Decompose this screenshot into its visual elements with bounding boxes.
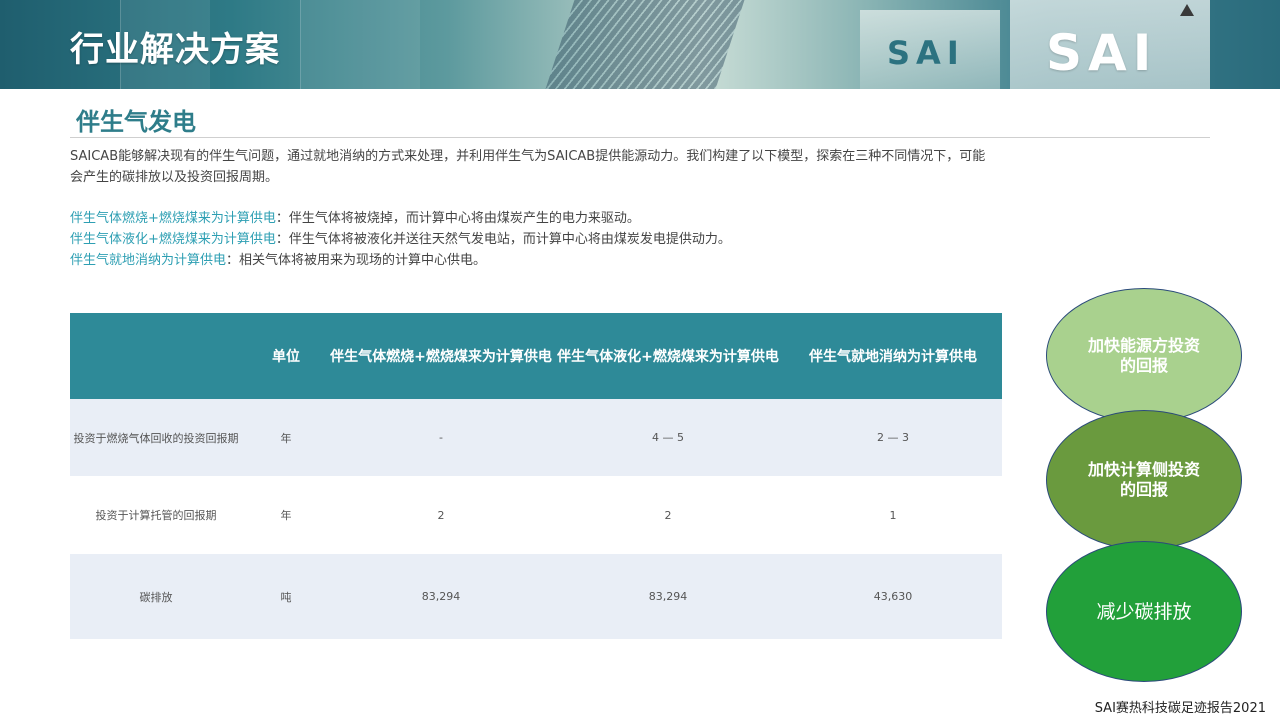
scenario-key: 伴生气体液化+燃烧煤来为计算供电 — [70, 232, 276, 247]
table-cell: - — [439, 431, 443, 444]
benefit-label: 加快能源方投资的回报 — [1087, 335, 1200, 375]
table-cell: 碳排放 — [139, 590, 173, 604]
logo-large: SAI — [1046, 24, 1158, 82]
divider — [70, 137, 1210, 138]
table-row: 碳排放 吨 83,294 83,294 43,630 — [70, 554, 1002, 639]
table-cell: 1 — [889, 508, 897, 522]
benefit-label: 减少碳排放 — [1096, 600, 1192, 623]
table-cell: 年 — [280, 431, 292, 445]
table-cell: 4 — 5 — [652, 431, 684, 444]
logo-small: SAI — [887, 34, 965, 72]
warning-icon — [1180, 4, 1194, 16]
table-cell: 投资于计算托管的回报期 — [95, 509, 217, 522]
table-cell: 43,630 — [873, 590, 913, 603]
table-cell: 投资于燃烧气体回收的投资回报期 — [73, 431, 239, 445]
intro-paragraph: SAICAB能够解决现有的伴生气问题，通过就地消纳的方式来处理，并利用伴生气为S… — [70, 149, 986, 185]
solar-panel-image — [545, 0, 745, 89]
table-cell: 2 — [437, 508, 445, 522]
benefit-circle-compute-investment: 加快计算侧投资的回报 — [1046, 410, 1242, 550]
table-row: 投资于燃烧气体回收的投资回报期 年 - 4 — 5 2 — 3 — [70, 399, 1002, 476]
scenario-key: 伴生气体燃烧+燃烧煤来为计算供电 — [70, 211, 276, 226]
table-cell: 2 — 3 — [877, 431, 909, 444]
scenario-key: 伴生气就地消纳为计算供电 — [70, 253, 227, 268]
table-header-cell: 伴生气体液化+燃烧煤来为计算供电 — [557, 349, 779, 365]
table-header-cell: 伴生气体燃烧+燃烧煤来为计算供电 — [330, 349, 552, 365]
scenario-item: 伴生气体燃烧+燃烧煤来为计算供电：伴生气体将被烧掉，而计算中心将由煤炭产生的电力… — [70, 207, 640, 226]
table-cell: 年 — [280, 509, 292, 522]
scenario-item: 伴生气就地消纳为计算供电：相关气体将被用来为现场的计算中心供电。 — [70, 249, 486, 268]
page-title: 行业解决方案 — [70, 30, 280, 70]
benefit-circle-energy-investment: 加快能源方投资的回报 — [1046, 288, 1242, 423]
scenario-desc: ：相关气体将被用来为现场的计算中心供电。 — [226, 253, 487, 268]
table-cell: 83,294 — [421, 590, 461, 603]
benefit-label: 加快计算侧投资的回报 — [1087, 460, 1200, 499]
scenario-desc: ：伴生气体将被液化并送往天然气发电站，而计算中心将由煤炭发电提供动力。 — [275, 232, 731, 247]
table-header-row: 单位 伴生气体燃烧+燃烧煤来为计算供电 伴生气体液化+燃烧煤来为计算供电 伴生气… — [70, 313, 1002, 399]
benefit-circle-carbon-reduction: 减少碳排放 — [1046, 541, 1242, 682]
header-banner: 行业解决方案 SAI SAI — [0, 0, 1280, 89]
table-cell: 83,294 — [648, 590, 688, 603]
table-cell: 吨 — [280, 590, 292, 604]
section-title: 伴生气发电 — [76, 108, 196, 136]
table-header-cell: 单位 — [272, 349, 300, 365]
table-header-cell: 伴生气就地消纳为计算供电 — [809, 349, 977, 365]
table-cell: 2 — [664, 508, 672, 522]
scenario-desc: ：伴生气体将被烧掉，而计算中心将由煤炭产生的电力来驱动。 — [275, 211, 640, 226]
table-row: 投资于计算托管的回报期 年 2 2 1 — [70, 476, 1002, 554]
footer-text: SAI赛热科技碳足迹报告2021 — [1094, 701, 1266, 716]
banner-decoration — [300, 0, 420, 89]
scenario-item: 伴生气体液化+燃烧煤来为计算供电：伴生气体将被液化并送往天然气发电站，而计算中心… — [70, 228, 731, 247]
